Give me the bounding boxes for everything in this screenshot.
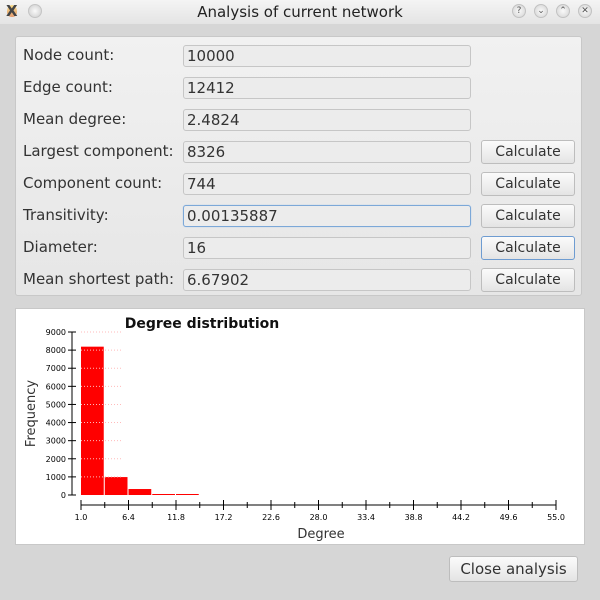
x-tick-label: 28.0 [310,513,328,522]
chart-title: Degree distribution [125,316,280,332]
title-bar: X Analysis of current network ? ⌄ ⌃ ✕ [0,0,600,24]
value-field[interactable]: 0.00135887 [183,205,471,227]
y-tick-label: 3000 [46,437,66,446]
y-tick-label: 2000 [46,455,66,464]
y-tick-label: 1000 [46,473,66,482]
x-tick-label: 11.8 [167,513,185,522]
value-field[interactable]: 10000 [183,45,471,67]
histogram-bar [152,494,175,495]
maximize-icon[interactable]: ⌃ [556,4,570,18]
x-tick-label: 17.2 [215,513,233,522]
y-tick-label: 8000 [46,346,66,355]
row-label: Largest component: [23,142,174,160]
x-tick-label: 1.0 [75,513,88,522]
histogram-bar [104,477,128,495]
calculate-button[interactable]: Calculate [481,172,575,196]
histogram-bar [176,494,199,495]
row-label: Component count: [23,174,163,192]
calculate-button[interactable]: Calculate [481,236,575,260]
x-tick-label: 49.6 [500,513,518,522]
row-label: Node count: [23,46,115,64]
y-tick-label: 6000 [46,382,66,391]
calculate-button[interactable]: Calculate [481,268,575,292]
degree-distribution-chart: Degree distribution 0 1000 2000 3000 4000 5000… [24,316,565,542]
y-tick-label: 5000 [46,400,66,409]
x-tick-label: 44.2 [452,513,470,522]
calculate-button[interactable]: Calculate [481,140,575,164]
value-field[interactable]: 16 [183,237,471,259]
x-tick-label: 55.0 [547,513,565,522]
close-icon[interactable]: ✕ [578,4,592,18]
help-icon[interactable]: ? [512,4,526,18]
y-tick-label: 9000 [46,328,66,337]
x-axis-label: Degree [297,527,344,542]
calculate-button[interactable]: Calculate [481,204,575,228]
degree-plot: Degree distribution 0 1000 2000 3000 4000 5000… [15,308,585,545]
value-field[interactable]: 12412 [183,77,471,99]
value-field[interactable]: 8326 [183,141,471,163]
x-tick-label: 22.6 [262,513,280,522]
close-analysis-button[interactable]: Close analysis [449,556,578,582]
minimize-icon[interactable]: ⌄ [534,4,548,18]
x-tick-label: 6.4 [122,513,135,522]
histogram-bar [128,489,152,495]
y-tick-label: 0 [61,491,66,500]
value-field[interactable]: 2.4824 [183,109,471,131]
x-tick-label: 38.8 [405,513,423,522]
y-tick-label: 4000 [46,419,66,428]
y-axis-label: Frequency [24,380,39,447]
row-label: Transitivity: [23,206,109,224]
row-label: Mean shortest path: [23,270,175,288]
row-label: Mean degree: [23,110,127,128]
row-label: Diameter: [23,238,98,256]
y-tick-label: 7000 [46,364,66,373]
value-field[interactable]: 6.67902 [183,269,471,291]
window-title: Analysis of current network [197,3,403,21]
value-field[interactable]: 744 [183,173,471,195]
row-label: Edge count: [23,78,113,96]
histogram-bar [81,346,104,495]
x-tick-label: 33.4 [357,513,375,522]
